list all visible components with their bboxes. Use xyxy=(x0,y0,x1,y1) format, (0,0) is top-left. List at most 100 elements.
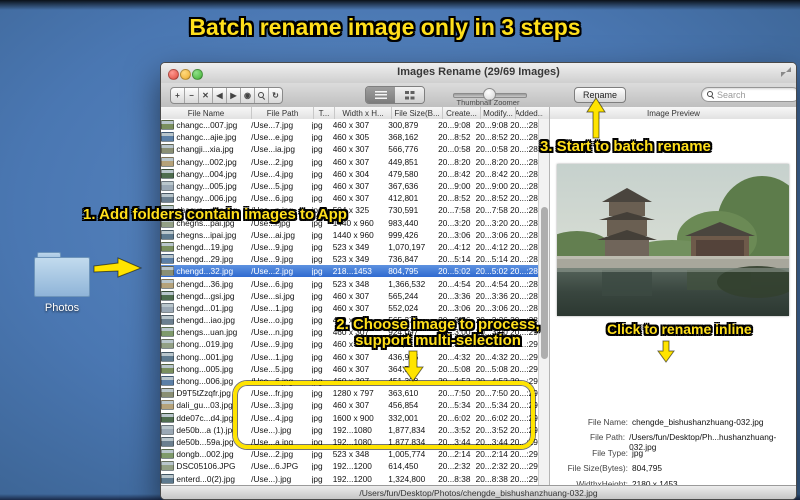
multi-selection-highlight xyxy=(233,381,535,449)
cell-modify: 20...3:20 xyxy=(475,217,508,228)
cell-type: jpg xyxy=(311,339,323,350)
table-row[interactable]: dongb...002.jpg/Use...2.jpg jpg 523 x 348 1… xyxy=(161,448,538,460)
cell-path: /Use...1.jpg xyxy=(251,302,294,313)
back-icon[interactable]: ◀ xyxy=(213,88,227,103)
cell-added: 20...:28 xyxy=(510,266,538,277)
cell-added: 20...:28 xyxy=(510,302,538,313)
table-row[interactable]: chengd...29.jpg/Use...9.jpg jpg 523 x 349 7… xyxy=(161,253,538,265)
view-toggle xyxy=(365,86,425,104)
cell-create: 20...3:06 xyxy=(438,229,471,240)
cell-dims: 1440 x 960 xyxy=(332,229,374,240)
table-row[interactable]: chengd...19.jpg/Use...9.jpg jpg 523 x 349 1… xyxy=(161,241,538,253)
cell-size: 565,244 xyxy=(388,290,419,301)
list-view-button[interactable] xyxy=(366,87,395,103)
cell-create: 20...8:20 xyxy=(438,156,471,167)
cell-type: jpg xyxy=(311,290,323,301)
row-thumbnail xyxy=(161,144,175,155)
cell-name: chong...019.jpg xyxy=(176,339,234,350)
column-header-added[interactable]: Added... xyxy=(516,107,543,119)
info-label: File Path: xyxy=(590,432,626,443)
search-icon[interactable] xyxy=(255,88,269,103)
cell-path: /Use...).jpg xyxy=(251,473,292,484)
cell-type: jpg xyxy=(311,278,323,289)
cell-modify: 20...7:58 xyxy=(475,205,508,216)
cell-path: /Use...9.jpg xyxy=(251,339,294,350)
cell-dims: 460 x 307 xyxy=(332,120,370,131)
cell-create: 20...3:36 xyxy=(438,290,471,301)
table-row[interactable]: chong...001.jpg/Use...1.jpg jpg 460 x 307 4… xyxy=(161,351,538,363)
cell-name: changc...ajie.jpg xyxy=(176,132,237,143)
cell-modify: 20...3:06 xyxy=(475,229,508,240)
cell-added: 20...:28 xyxy=(510,120,538,131)
cell-name: chengd...36.jpg xyxy=(176,278,234,289)
row-thumbnail xyxy=(161,436,175,447)
cell-name: chengd...gsi.jpg xyxy=(176,290,235,301)
table-row[interactable]: changy...002.jpg/Use...2.jpg jpg 460 x 307… xyxy=(161,156,538,168)
column-header-modify[interactable]: Modify... xyxy=(481,107,516,119)
table-row[interactable]: changy...004.jpg/Use...4.jpg jpg 460 x 304… xyxy=(161,168,538,180)
table-row[interactable]: chengd...36.jpg/Use...6.jpg jpg 523 x 348 1… xyxy=(161,277,538,289)
cell-modify: 20...5:08 xyxy=(475,363,508,374)
row-thumbnail xyxy=(161,461,175,472)
cell-name: dongb...002.jpg xyxy=(176,449,234,460)
cell-path: /Use...1.jpg xyxy=(251,351,294,362)
cell-path: /Use...o.jpg xyxy=(251,315,294,326)
column-header-path[interactable]: File Path xyxy=(252,107,314,119)
rename-button[interactable]: Rename xyxy=(574,87,626,103)
info-value[interactable]: chengde_bishushanzhuang-032.jpg xyxy=(628,417,763,431)
table-row[interactable]: DSC05106.JPG/Use...6.JPG jpg 192...1200 614… xyxy=(161,460,538,472)
cell-modify: 20...8:52 xyxy=(475,193,508,204)
cell-added: 20...:29 xyxy=(510,461,538,472)
info-label: File Name: xyxy=(587,417,628,427)
cell-dims: 523 x 348 xyxy=(332,278,370,289)
cell-create: 20...5:14 xyxy=(438,254,471,265)
column-header-type[interactable]: T... xyxy=(314,107,335,119)
cell-create: 20...8:38 xyxy=(438,473,471,484)
cell-modify: 20...8:38 xyxy=(475,473,508,484)
cell-size: 736,847 xyxy=(388,254,419,265)
cell-create: 20...8:42 xyxy=(438,168,471,179)
search-placeholder: Search xyxy=(717,89,746,100)
row-thumbnail xyxy=(161,351,175,362)
column-header-name[interactable]: File Name xyxy=(161,107,252,119)
grid-view-button[interactable] xyxy=(395,87,424,103)
add-icon[interactable]: + xyxy=(171,88,185,103)
remove-icon[interactable]: − xyxy=(185,88,199,103)
table-row[interactable]: changc...ajie.jpg/Use...e.jpg jpg 460 x 30… xyxy=(161,131,538,143)
cell-path: /Use...5.jpg xyxy=(251,181,294,192)
table-row[interactable]: chengd...gsi.jpg/Use...si.jpg jpg 460 x 30… xyxy=(161,290,538,302)
table-row[interactable]: changji...xia.jpg/Use...ia.jpg jpg 460 x 3… xyxy=(161,143,538,155)
cell-dims: 460 x 307 xyxy=(332,193,370,204)
cell-create: 20...7:58 xyxy=(438,205,471,216)
column-header-create[interactable]: Create... xyxy=(443,107,481,119)
title-bar[interactable]: Images Rename (29/69 Images) xyxy=(161,63,796,84)
cell-name: chengd...01.jpg xyxy=(176,302,234,313)
column-header-dims[interactable]: Width x H... xyxy=(335,107,392,119)
cell-name: changy...002.jpg xyxy=(176,156,237,167)
search-input[interactable]: Search xyxy=(701,87,796,102)
table-row[interactable]: chengd...32.jpg/Use...2.jpg jpg 218...1453… xyxy=(161,265,538,278)
row-thumbnail xyxy=(161,266,175,277)
table-row[interactable]: enterd...0(2).jpg/Use...).jpg jpg 192...12… xyxy=(161,472,538,484)
cell-type: jpg xyxy=(311,351,323,362)
table-row[interactable]: chong...005.jpg/Use...5.jpg jpg 460 x 307 3… xyxy=(161,363,538,375)
row-thumbnail xyxy=(161,193,175,204)
annotation-step1: 1. Add folders contain images to App xyxy=(83,206,347,223)
info-value: /Users/fun/Desktop/Ph...hushanzhuang-032… xyxy=(629,432,777,453)
photos-folder[interactable]: Photos xyxy=(34,252,92,318)
table-row[interactable]: chegns...ipai.jpg/Use...ai.jpg jpg 1440 x … xyxy=(161,229,538,241)
table-row[interactable]: changc...007.jpg/Use...7.jpg jpg 460 x 307… xyxy=(161,119,538,131)
table-row[interactable]: chengd...01.jpg/Use...1.jpg jpg 460 x 307 5… xyxy=(161,302,538,314)
column-header-size[interactable]: File Size(B... xyxy=(392,107,443,119)
cell-added: 20...:28 xyxy=(510,156,538,167)
delete-icon[interactable]: ✕ xyxy=(199,88,213,103)
refresh-icon[interactable]: ↻ xyxy=(269,88,282,103)
table-row[interactable]: changy...006.jpg/Use...6.jpg jpg 460 x 307… xyxy=(161,192,538,204)
row-thumbnail xyxy=(161,254,175,265)
table-row[interactable]: changy...005.jpg/Use...5.jpg jpg 460 x 307… xyxy=(161,180,538,192)
eye-icon[interactable]: ◉ xyxy=(241,88,255,103)
row-thumbnail xyxy=(161,278,175,289)
cell-dims: 523 x 349 xyxy=(332,254,370,265)
forward-icon[interactable]: ▶ xyxy=(227,88,241,103)
resize-icon[interactable] xyxy=(781,67,791,77)
